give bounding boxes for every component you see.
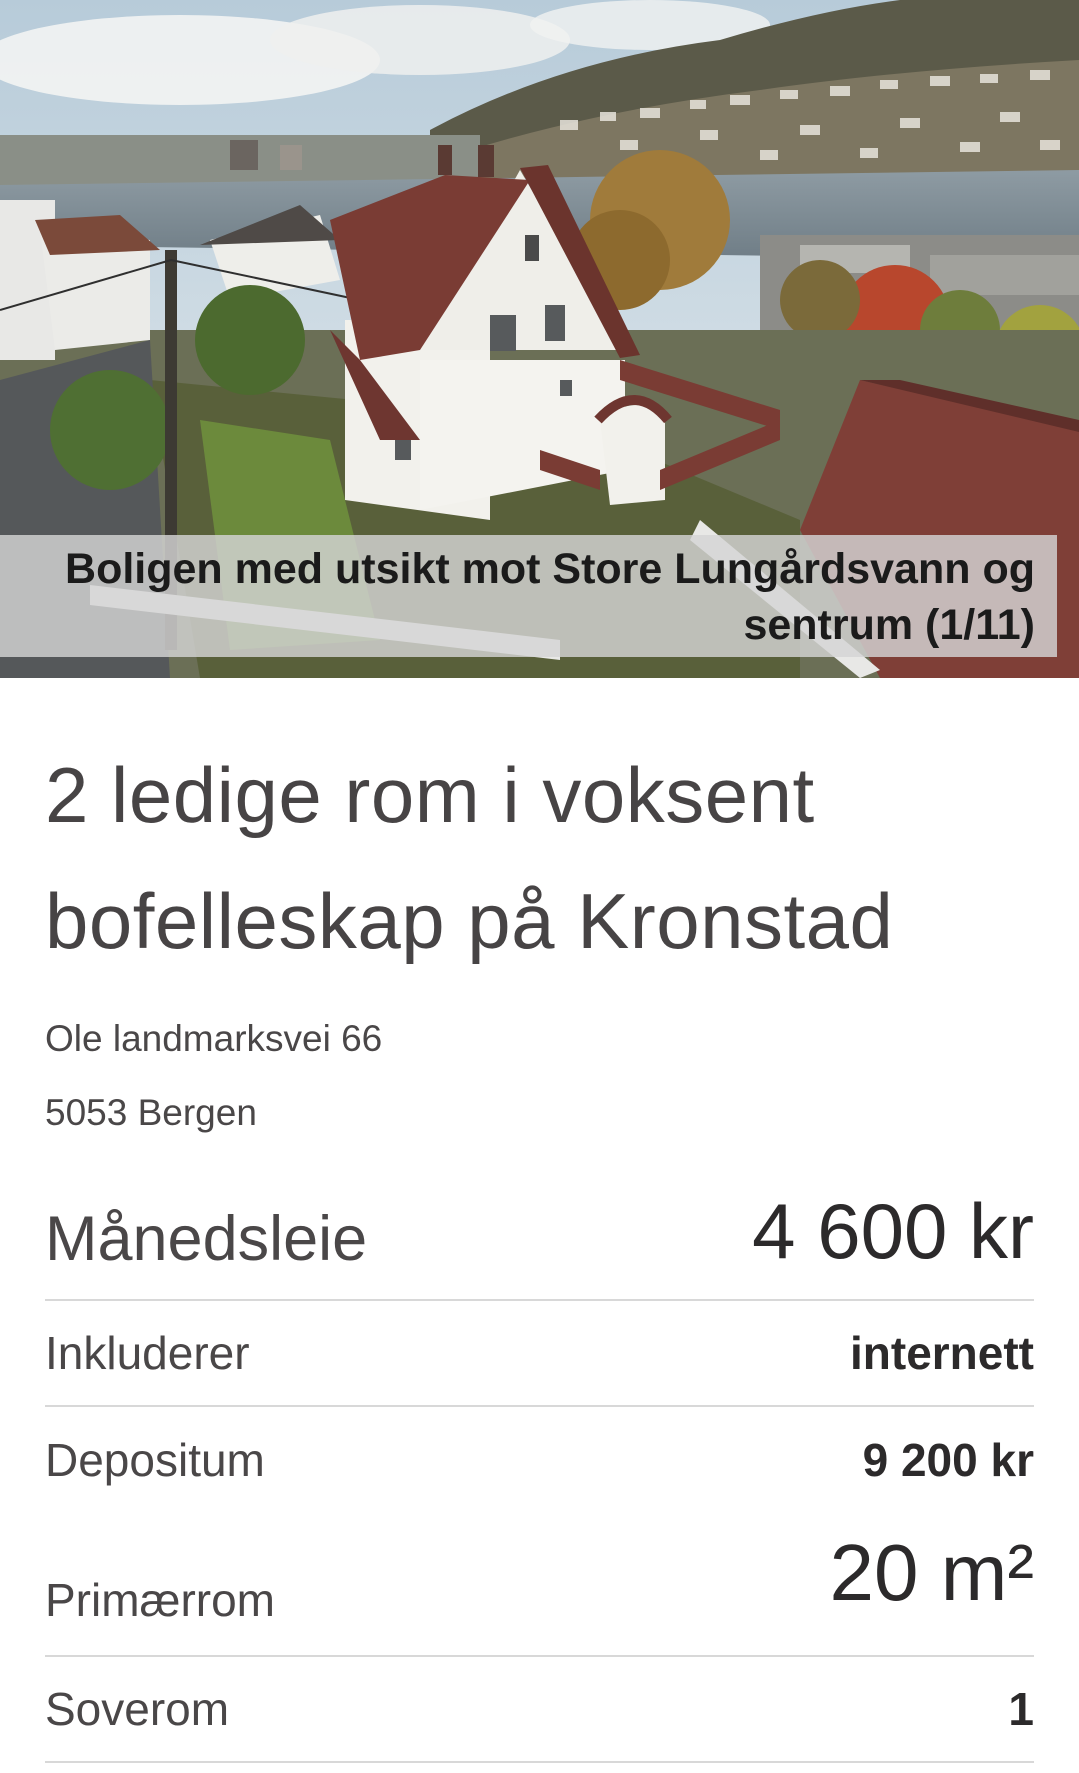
listing-details: 2 ledige rom i voksent bofelleskap på Kr… bbox=[0, 732, 1079, 1763]
area-value: 20 m² bbox=[829, 1528, 1035, 1617]
includes-value: internett bbox=[850, 1327, 1034, 1379]
bedrooms-value: 1 bbox=[1008, 1683, 1034, 1735]
deposit-row: Depositum 9 200 kr bbox=[45, 1407, 1034, 1513]
address-city: 5053 Bergen bbox=[45, 1092, 257, 1133]
photo-caption: Boligen med utsikt mot Store Lungårdsvan… bbox=[0, 535, 1057, 657]
rent-label: Månedsleie bbox=[45, 1203, 368, 1274]
listing-photo[interactable]: Boligen med utsikt mot Store Lungårdsvan… bbox=[0, 0, 1079, 678]
rent-row: Månedsleie 4 600 kr bbox=[45, 1164, 1034, 1301]
area-row: Primærrom 20 m² bbox=[45, 1513, 1034, 1657]
deposit-label: Depositum bbox=[45, 1434, 265, 1486]
includes-row: Inkluderer internett bbox=[45, 1301, 1034, 1407]
address-street: Ole landmarksvei 66 bbox=[45, 1018, 383, 1059]
area-label: Primærrom bbox=[45, 1574, 275, 1626]
deposit-value: 9 200 kr bbox=[862, 1434, 1034, 1486]
bedrooms-row: Soverom 1 bbox=[45, 1657, 1034, 1763]
listing-title: 2 ledige rom i voksent bofelleskap på Kr… bbox=[45, 751, 894, 965]
includes-label: Inkluderer bbox=[45, 1327, 250, 1379]
rent-value: 4 600 kr bbox=[752, 1187, 1034, 1275]
bedrooms-label: Soverom bbox=[45, 1683, 230, 1735]
